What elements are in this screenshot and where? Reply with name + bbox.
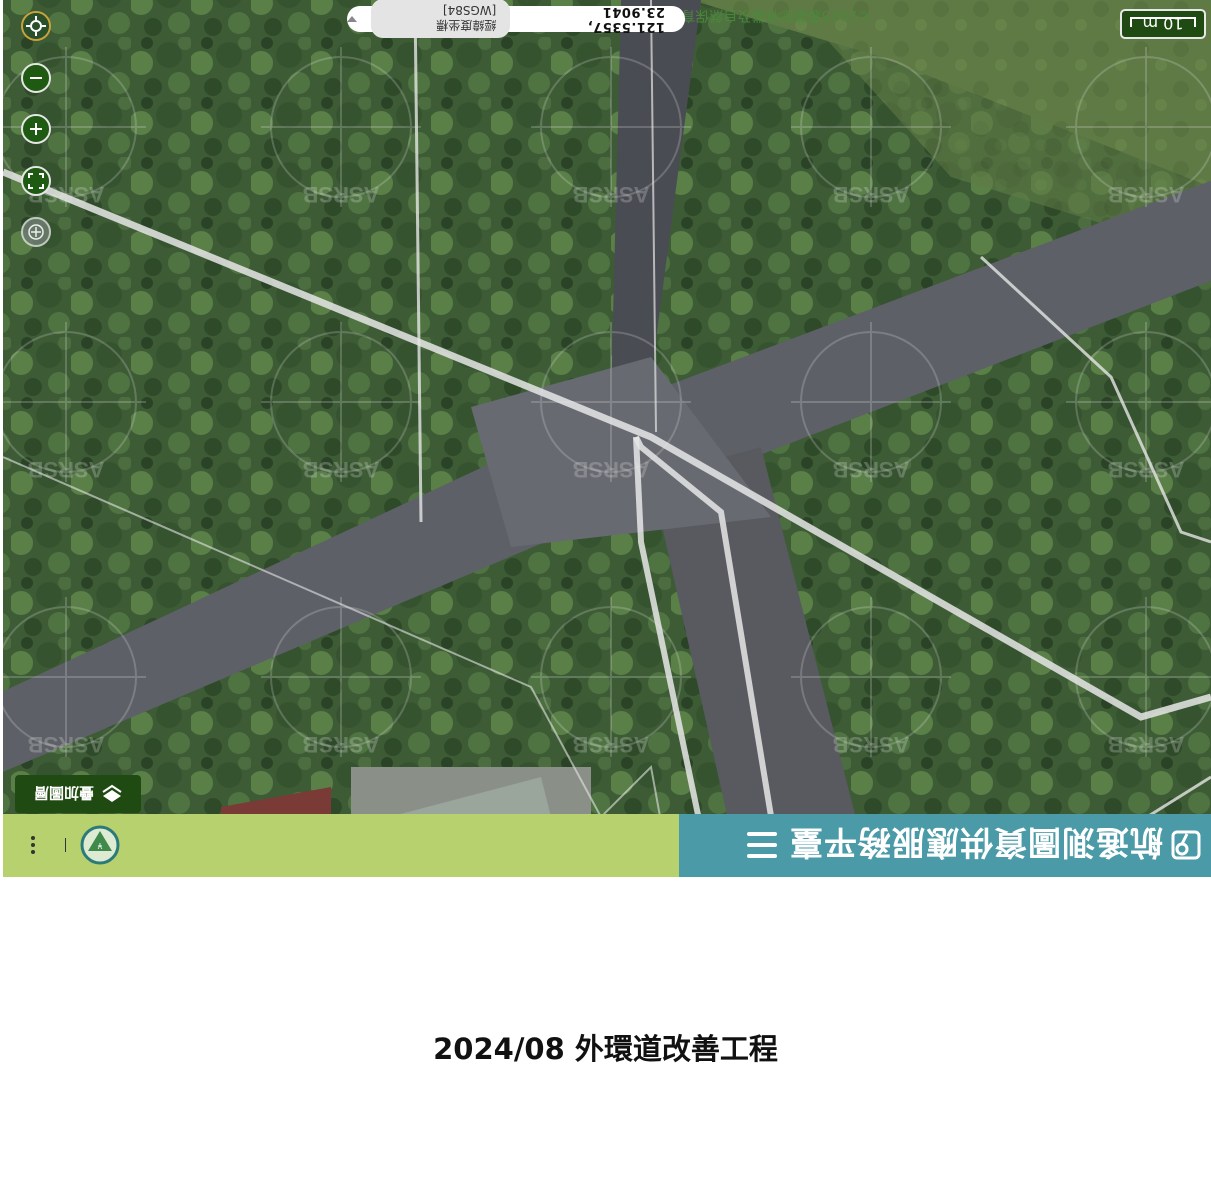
watermark-text: ASRSB <box>27 732 104 757</box>
watermark-text: ASRSB <box>1107 732 1184 757</box>
zoom-in-icon <box>30 123 42 135</box>
zoom-out-button[interactable] <box>21 63 51 93</box>
map-viewer: ASRSB ASRSB ASRSB ASRSB ASRSB ASRSB ASRS… <box>3 0 1211 877</box>
coordinate-system-select[interactable]: 經緯度坐標[WGS84] <box>371 0 511 39</box>
coordinate-readout: 121.5357, 23.9041 經緯度坐標[WGS84] <box>347 0 685 39</box>
aerial-imagery[interactable]: ASRSB ASRSB ASRSB ASRSB ASRSB ASRSB ASRS… <box>3 0 1211 877</box>
watermark-text: ASRSB <box>572 732 649 757</box>
watermark-text: ASRSB <box>27 457 104 482</box>
fullscreen-icon <box>28 173 44 189</box>
watermark-text: ASRSB <box>302 457 379 482</box>
header-status-panel: ¥ <box>3 814 679 877</box>
agency-emblem-icon[interactable]: ¥ <box>80 826 120 866</box>
compass-icon <box>28 224 44 240</box>
header-divider <box>65 838 66 853</box>
image-caption: 2024/08 外環道改善工程 <box>433 1032 778 1066</box>
coordinate-value: 121.5357, 23.9041 <box>587 4 665 34</box>
svg-text:¥: ¥ <box>97 842 102 851</box>
more-vertical-icon[interactable] <box>23 826 43 866</box>
app-header: 航遙測圖資供應服務平臺 ¥ <box>3 814 1211 877</box>
watermark-text: ASRSB <box>1107 182 1184 207</box>
map-pin-logo-icon <box>1171 831 1201 861</box>
fullscreen-button[interactable] <box>21 166 51 196</box>
scale-bar-line <box>1130 17 1196 27</box>
brand-panel: 航遙測圖資供應服務平臺 <box>679 814 1211 877</box>
watermark-text: ASRSB <box>1107 457 1184 482</box>
chevron-down-icon[interactable] <box>347 16 357 22</box>
map-copyright: ©2025農業部林業及自然保育署 <box>667 7 871 23</box>
compass-button[interactable] <box>21 217 51 247</box>
watermark-text: ASRSB <box>832 457 909 482</box>
locate-button[interactable] <box>21 11 51 41</box>
overlay-layers-label: 疊加圖層 <box>34 784 95 803</box>
watermark-text: ASRSB <box>572 457 649 482</box>
watermark-text: ASRSB <box>302 182 379 207</box>
hamburger-icon[interactable] <box>747 832 777 859</box>
overlay-layers-button[interactable]: 疊加圖層 <box>15 775 141 813</box>
scale-bar: 10 m <box>1120 9 1206 39</box>
map-viewport[interactable]: ASRSB ASRSB ASRSB ASRSB ASRSB ASRSB ASRS… <box>3 0 1211 877</box>
layers-icon <box>102 784 122 802</box>
locate-icon <box>26 16 46 36</box>
watermark-text: ASRSB <box>832 732 909 757</box>
app-title: 航遙測圖資供應服務平臺 <box>789 823 1163 863</box>
watermark-text: ASRSB <box>832 182 909 207</box>
watermark-text: ASRSB <box>572 182 649 207</box>
watermark-text: ASRSB <box>302 732 379 757</box>
zoom-out-icon <box>30 77 42 79</box>
zoom-in-button[interactable] <box>21 114 51 144</box>
